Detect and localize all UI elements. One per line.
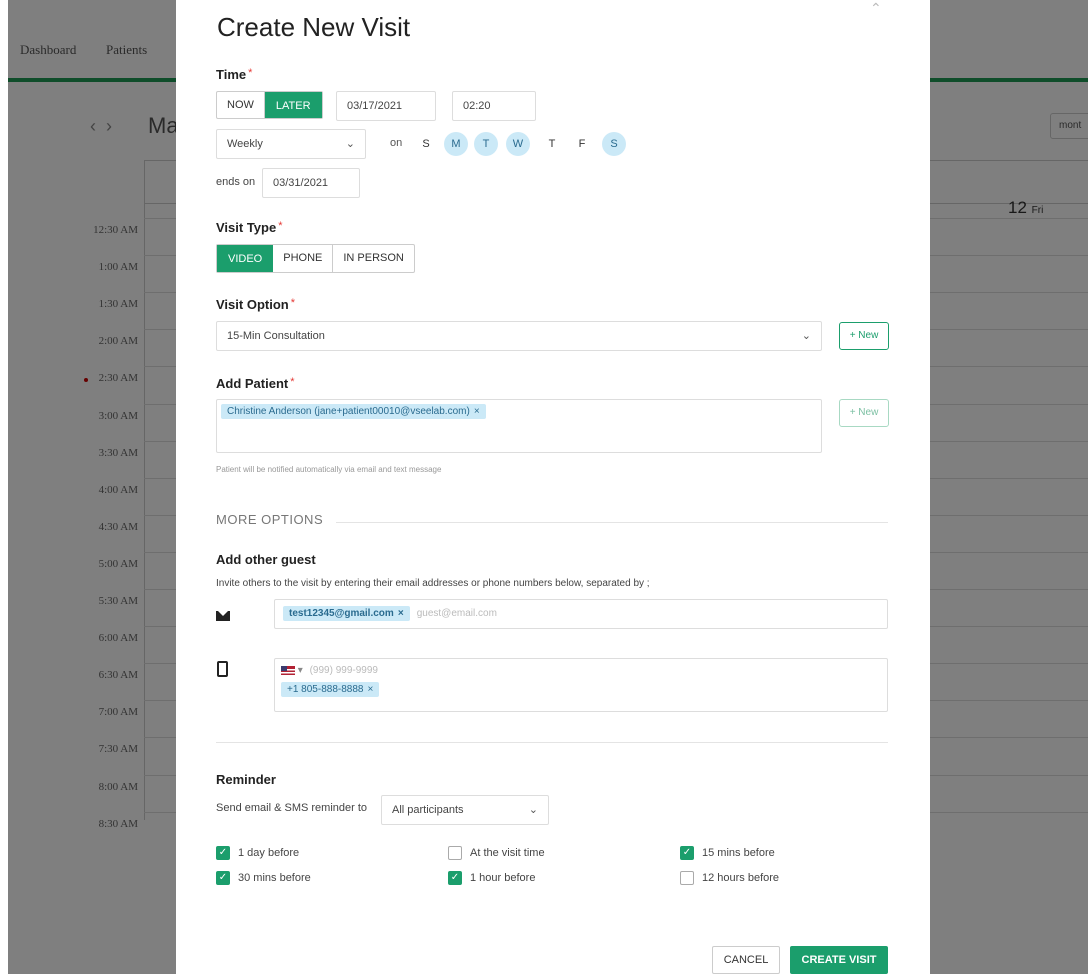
email-chip: test12345@gmail.com × [283, 606, 410, 621]
weekday-toggle[interactable]: W [506, 132, 530, 156]
reminder-option-label: 1 day before [238, 847, 300, 859]
repeat-select[interactable]: Weekly ⌄ [216, 129, 366, 159]
ends-on-input[interactable]: 03/31/2021 [262, 168, 360, 198]
date-input[interactable]: 03/17/2021 [336, 91, 436, 121]
us-flag-icon[interactable] [281, 665, 295, 675]
phone-chip: +1 805-888-8888 × [281, 682, 380, 697]
new-visit-option-button[interactable]: + New [839, 322, 889, 350]
chevron-down-icon: ⌄ [528, 804, 538, 816]
modal-title: Create New Visit [217, 12, 411, 42]
visit-type-phone[interactable]: PHONE [273, 245, 334, 272]
weekday-toggle[interactable]: M [444, 132, 468, 156]
cancel-button[interactable]: CANCEL [712, 946, 780, 974]
add-patient-label: Add Patient * [216, 376, 295, 391]
create-visit-button[interactable]: CREATE VISIT [790, 946, 888, 974]
patient-chip: Christine Anderson (jane+patient00010@vs… [221, 404, 486, 419]
patient-input[interactable]: Christine Anderson (jane+patient00010@vs… [216, 399, 822, 453]
reminder-option-label: 30 mins before [238, 872, 311, 884]
visit-option-select[interactable]: 15-Min Consultation ⌄ [216, 321, 822, 351]
divider [216, 742, 888, 743]
reminder-recipients-value: All participants [392, 804, 464, 816]
later-button[interactable]: LATER [264, 92, 322, 118]
weekday-toggle[interactable]: F [570, 132, 594, 156]
reminder-option-label: 1 hour before [470, 872, 536, 884]
patient-hint: Patient will be notified automatically v… [216, 465, 442, 474]
weekday-toggle[interactable]: T [540, 132, 564, 156]
remove-icon[interactable]: × [398, 608, 404, 619]
guest-email-input[interactable]: test12345@gmail.com × guest@email.com [274, 599, 888, 629]
chevron-down-icon: ⌄ [801, 330, 811, 342]
time-mode-toggle: NOW LATER [216, 91, 323, 119]
time-input[interactable]: 02:20 [452, 91, 536, 121]
checkbox[interactable]: ✓ [216, 871, 230, 885]
visit-option-value: 15-Min Consultation [227, 330, 325, 342]
on-label: on [390, 137, 403, 149]
phone-placeholder: (999) 999-9999 [309, 665, 378, 676]
more-options-heading[interactable]: MORE OPTIONS [216, 512, 323, 527]
weekday-toggle[interactable]: S [602, 132, 626, 156]
reminder-option-label: 12 hours before [702, 872, 780, 884]
visit-type-in-person[interactable]: IN PERSON [333, 245, 414, 272]
phone-row: ▾ (999) 999-9999 [281, 665, 881, 676]
visit-type-label: Visit Type * [216, 220, 283, 235]
reminder-option[interactable]: 12 hours before [680, 871, 779, 885]
caret-down-icon[interactable]: ▾ [298, 665, 303, 676]
visit-type-video[interactable]: VIDEO [217, 245, 274, 272]
reminder-option[interactable]: At the visit time [448, 846, 545, 860]
left-edge [0, 0, 8, 974]
reminder-option[interactable]: ✓ 1 day before [216, 846, 299, 860]
reminder-option-label: At the visit time [470, 847, 545, 859]
time-label: Time * [216, 67, 253, 82]
checkbox[interactable]: ✓ [680, 846, 694, 860]
chevron-down-icon: ⌄ [345, 138, 355, 150]
ends-on-label: ends on [216, 176, 256, 188]
weekday-toggle[interactable]: T [474, 132, 498, 156]
repeat-value: Weekly [227, 138, 263, 150]
phone-icon [217, 661, 228, 677]
reminder-option[interactable]: ✓ 30 mins before [216, 871, 311, 885]
visit-option-label: Visit Option * [216, 297, 295, 312]
reminder-send-label: Send email & SMS reminder to [216, 802, 368, 814]
remove-icon[interactable]: × [474, 406, 480, 417]
reminder-option-label: 15 mins before [702, 847, 775, 859]
checkbox[interactable]: ✓ [448, 871, 462, 885]
now-button[interactable]: NOW [217, 92, 265, 118]
new-patient-button[interactable]: + New [839, 399, 889, 427]
reminder-option[interactable]: ✓ 1 hour before [448, 871, 535, 885]
email-placeholder: guest@email.com [416, 608, 497, 619]
divider [336, 522, 888, 523]
add-guest-label: Add other guest [216, 552, 316, 567]
reminder-option[interactable]: ✓ 15 mins before [680, 846, 775, 860]
guest-phone-input[interactable]: ▾ (999) 999-9999 +1 805-888-8888 × [274, 658, 888, 712]
checkbox[interactable] [680, 871, 694, 885]
checkbox[interactable]: ✓ [216, 846, 230, 860]
reminder-recipients-select[interactable]: All participants ⌄ [381, 795, 549, 825]
remove-icon[interactable]: × [367, 684, 373, 695]
visit-type-toggle: VIDEO PHONE IN PERSON [216, 244, 415, 273]
guest-description: Invite others to the visit by entering t… [216, 578, 650, 589]
weekday-toggle[interactable]: S [414, 132, 438, 156]
chevron-up-icon[interactable]: ⌃ [870, 0, 882, 17]
checkbox[interactable] [448, 846, 462, 860]
reminder-label: Reminder [216, 772, 276, 787]
envelope-icon [216, 611, 230, 621]
